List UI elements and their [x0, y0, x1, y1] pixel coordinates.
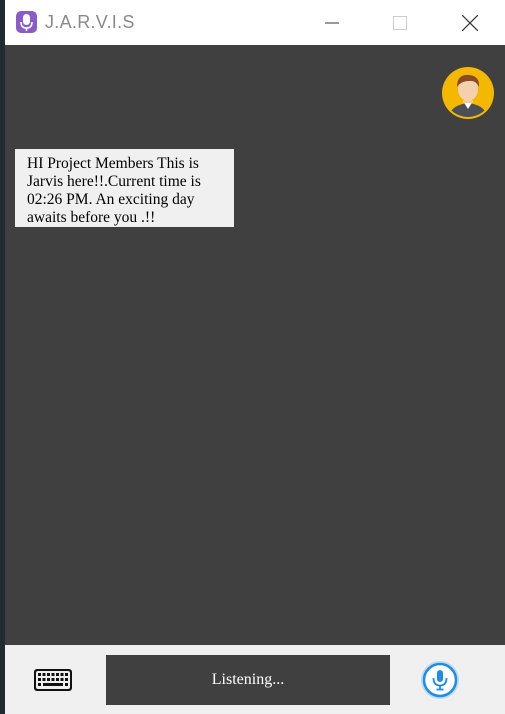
close-button[interactable] — [447, 0, 493, 45]
bottom-bar: Listening... — [5, 645, 505, 714]
minimize-button[interactable] — [309, 0, 355, 45]
microphone-icon — [421, 661, 459, 699]
title-bar[interactable]: J.A.R.V.I.S — [5, 0, 505, 45]
chat-area[interactable]: HI Project Members This is Jarvis here!!… — [5, 45, 505, 645]
listening-status: Listening... — [106, 655, 390, 705]
jarvis-window: J.A.R.V.I.S HI Project Members This is J… — [5, 0, 505, 714]
window-title: J.A.R.V.I.S — [45, 12, 135, 32]
microphone-app-icon — [16, 11, 37, 33]
minimize-icon — [325, 22, 339, 23]
keyboard-icon — [34, 669, 72, 691]
maximize-icon — [393, 15, 407, 30]
maximize-button[interactable] — [377, 0, 423, 45]
message-text: HI Project Members This is Jarvis here!!… — [27, 155, 201, 226]
message-bubble: HI Project Members This is Jarvis here!!… — [15, 149, 234, 227]
keyboard-button[interactable] — [33, 668, 73, 692]
user-avatar-icon — [442, 67, 494, 119]
close-icon — [462, 14, 478, 31]
microphone-button[interactable] — [420, 660, 460, 700]
